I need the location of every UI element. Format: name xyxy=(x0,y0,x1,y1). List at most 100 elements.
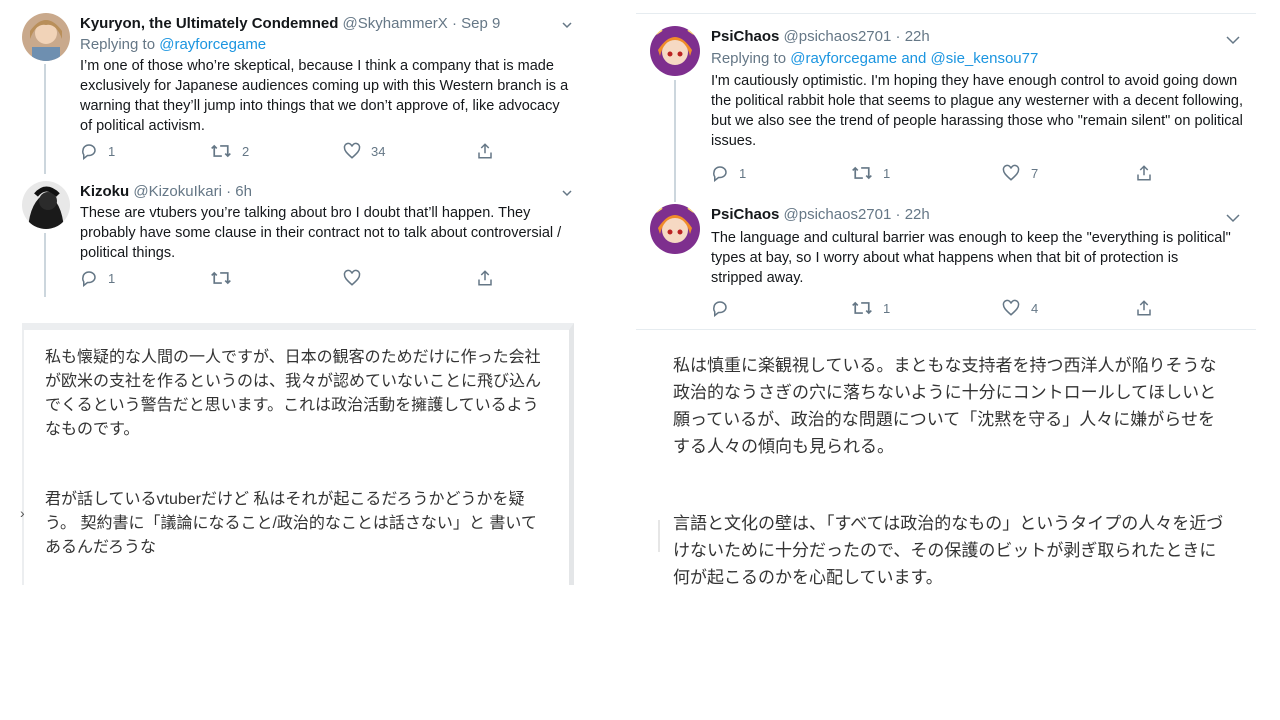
like-count: 4 xyxy=(1031,300,1039,316)
retweet-icon xyxy=(852,301,872,315)
retweet-count: 1 xyxy=(883,165,891,181)
tweet-actions: 1 xyxy=(80,269,520,289)
replying-label: Replying to xyxy=(711,50,787,67)
tweet-header: PsiChaos @psichaos2701 · 22h xyxy=(711,206,930,224)
reply-button[interactable]: 1 xyxy=(711,164,746,182)
user-handle[interactable]: @KizokuIkari xyxy=(133,183,222,200)
like-button[interactable]: 7 xyxy=(1001,164,1038,182)
reply-count: 1 xyxy=(739,165,747,181)
translation-paragraph: 君が話しているvtuberだけど 私はそれが起こるだろうかどうかを疑う。 契約書… xyxy=(45,491,537,556)
share-button[interactable] xyxy=(476,142,494,160)
display-name[interactable]: Kizoku xyxy=(80,183,129,200)
share-button[interactable] xyxy=(1135,164,1153,182)
retweet-icon xyxy=(211,144,231,158)
translation-edge-mark xyxy=(658,520,660,552)
share-icon xyxy=(1137,165,1151,181)
like-icon xyxy=(1002,299,1020,316)
translation-text: 私も懐疑的な人間の一人ですが、日本の観客のためだけに作った会社が欧米の支社を作る… xyxy=(45,346,550,560)
retweet-icon xyxy=(211,271,231,285)
share-button[interactable] xyxy=(1135,299,1153,317)
replying-link[interactable]: @rayforcegame and @sie_kensou77 xyxy=(790,50,1038,67)
separator: · xyxy=(226,183,232,200)
like-icon xyxy=(343,142,361,159)
tweet-psichaos-2[interactable]: PsiChaos @psichaos2701 · 22h The languag… xyxy=(636,200,1256,328)
chevron-down-icon[interactable] xyxy=(1226,210,1240,228)
thread-line xyxy=(674,80,676,202)
user-handle[interactable]: @psichaos2701 xyxy=(784,206,892,223)
translation-text: 私は慎重に楽観視している。まともな支持者を持つ西洋人が陥りそうな政治的なうさぎの… xyxy=(673,352,1228,591)
chevron-down-icon[interactable] xyxy=(562,16,572,34)
reply-icon xyxy=(82,144,96,160)
timestamp[interactable]: 22h xyxy=(905,206,930,223)
reply-icon xyxy=(713,301,727,317)
translation-paragraph: 私は慎重に楽観視している。まともな支持者を持つ西洋人が陥りそうな政治的なうさぎの… xyxy=(673,356,1217,456)
display-name[interactable]: PsiChaos xyxy=(711,28,779,45)
tweet-kyuryon[interactable]: Kyuryon, the Ultimately Condemned @Skyha… xyxy=(0,0,600,175)
retweet-count: 1 xyxy=(883,300,891,316)
tweet-header: Kizoku @KizokuIkari · 6h xyxy=(80,183,252,201)
like-icon xyxy=(343,269,361,286)
share-icon xyxy=(1137,300,1151,316)
user-avatar-icon[interactable] xyxy=(650,204,700,254)
reply-button[interactable]: 1 xyxy=(80,269,115,287)
chevron-down-icon[interactable] xyxy=(1226,32,1240,50)
tweet-kizoku[interactable]: Kizoku @KizokuIkari · 6h These are vtube… xyxy=(0,175,600,300)
like-icon xyxy=(1002,164,1020,181)
like-count: 7 xyxy=(1031,165,1039,181)
tweet-text: I'm cautiously optimistic. I'm hoping th… xyxy=(711,73,1243,149)
separator: · xyxy=(895,28,901,45)
chevron-down-icon[interactable] xyxy=(562,184,572,202)
retweet-icon xyxy=(852,166,872,180)
replying-to: Replying to @rayforcegame and @sie_kenso… xyxy=(711,50,1038,68)
timestamp[interactable]: Sep 9 xyxy=(461,15,500,32)
separator: · xyxy=(895,206,901,223)
share-icon xyxy=(478,143,492,159)
tweet-text: The language and cultural barrier was en… xyxy=(711,230,1231,286)
display-name[interactable]: Kyuryon, the Ultimately Condemned xyxy=(80,15,338,32)
retweet-count: 2 xyxy=(242,143,250,159)
timestamp[interactable]: 22h xyxy=(905,28,930,45)
like-button[interactable]: 34 xyxy=(343,142,385,160)
tweet-psichaos-1[interactable]: PsiChaos @psichaos2701 · 22h Replying to… xyxy=(636,14,1256,202)
thread-line xyxy=(44,233,46,297)
retweet-button[interactable] xyxy=(210,269,232,287)
user-avatar-icon[interactable] xyxy=(22,181,70,229)
thread-line xyxy=(44,64,46,174)
share-button[interactable] xyxy=(476,269,494,287)
retweet-button[interactable]: 2 xyxy=(210,142,249,160)
retweet-button[interactable]: 1 xyxy=(851,299,890,317)
display-name[interactable]: PsiChaos xyxy=(711,206,779,223)
user-avatar-icon[interactable] xyxy=(22,13,70,61)
reply-icon xyxy=(82,271,96,287)
divider xyxy=(636,329,1256,330)
tweet-text: I’m one of those who’re skeptical, becau… xyxy=(80,58,569,134)
tweet-header: Kyuryon, the Ultimately Condemned @Skyha… xyxy=(80,15,500,33)
translation-paragraph: 言語と文化の壁は、「すべては政治的なもの」というタイプの人々を近づけないために十… xyxy=(673,514,1224,587)
tweet-actions: 1 2 34 xyxy=(80,142,520,162)
replying-label: Replying to xyxy=(80,36,156,53)
reply-button[interactable]: 1 xyxy=(80,142,115,160)
translation-paragraph: 私も懐疑的な人間の一人ですが、日本の観客のためだけに作った会社が欧米の支社を作る… xyxy=(45,349,542,438)
tweet-actions: 1 4 xyxy=(711,299,1161,319)
separator: · xyxy=(451,15,457,32)
right-panel: PsiChaos @psichaos2701 · 22h Replying to… xyxy=(636,0,1256,600)
tweet-actions: 1 1 7 xyxy=(711,164,1161,184)
tweet-header: PsiChaos @psichaos2701 · 22h xyxy=(711,28,930,46)
expand-arrow-icon[interactable]: › xyxy=(20,505,25,521)
like-button[interactable]: 4 xyxy=(1001,299,1038,317)
timestamp[interactable]: 6h xyxy=(235,183,252,200)
left-panel: Kyuryon, the Ultimately Condemned @Skyha… xyxy=(0,0,600,600)
reply-count: 1 xyxy=(108,270,116,286)
reply-button[interactable] xyxy=(711,299,729,317)
retweet-button[interactable]: 1 xyxy=(851,164,890,182)
tweet-text: These are vtubers you’re talking about b… xyxy=(80,205,562,261)
reply-icon xyxy=(713,166,727,182)
replying-to: Replying to @rayforcegame xyxy=(80,36,266,54)
share-icon xyxy=(478,270,492,286)
user-handle[interactable]: @psichaos2701 xyxy=(784,28,892,45)
like-button[interactable] xyxy=(343,269,361,287)
user-handle[interactable]: @SkyhammerX xyxy=(343,15,448,32)
like-count: 34 xyxy=(371,143,386,159)
replying-link[interactable]: @rayforcegame xyxy=(159,36,266,53)
user-avatar-icon[interactable] xyxy=(650,26,700,76)
